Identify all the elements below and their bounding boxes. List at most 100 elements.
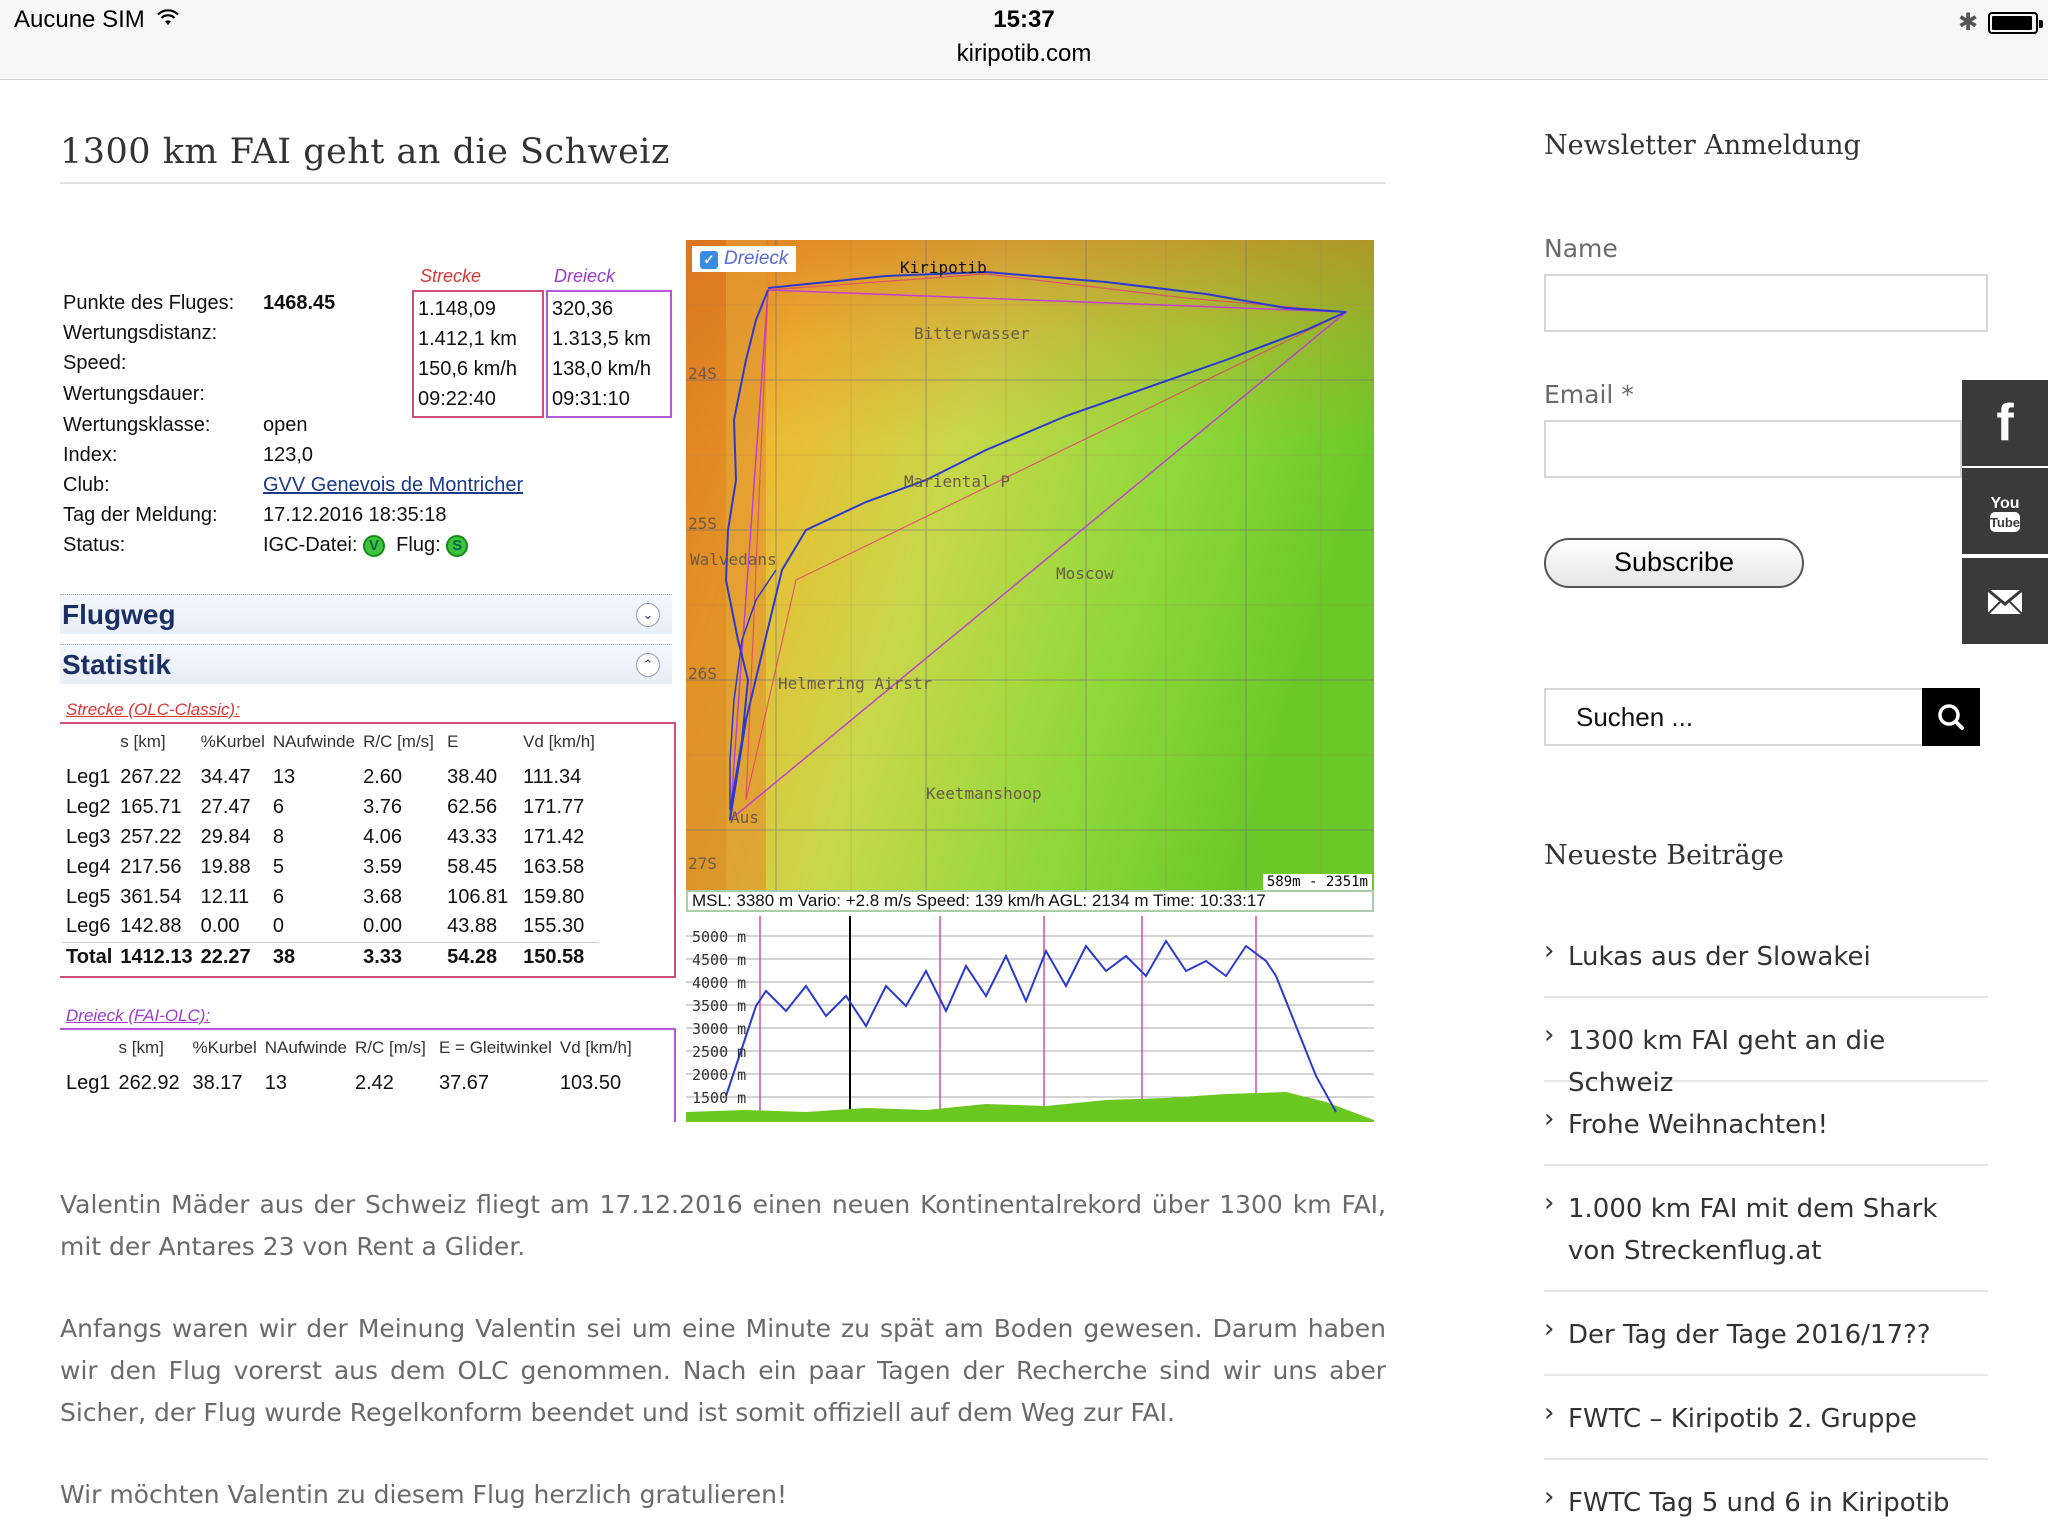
address-bar-url[interactable]: kiripotib.com bbox=[0, 40, 2048, 68]
chevron-right-icon: › bbox=[1544, 1188, 1555, 1218]
place-label: Bitterwasser bbox=[914, 324, 1030, 343]
table-cell: 34.47 bbox=[200, 765, 251, 788]
table-row: Leg5 361.54 12.11 6 3.68 106.81 159.80 bbox=[62, 882, 599, 912]
ios-status-bar: Aucune SIM 15:37 kiripotib.com ✱ bbox=[0, 0, 2048, 80]
search-button[interactable] bbox=[1922, 688, 1980, 746]
table-row: Leg1 267.22 34.47 13 2.60 38.40 111.34 bbox=[62, 762, 599, 792]
table-cell: 38.40 bbox=[447, 765, 498, 788]
chevron-right-icon: › bbox=[1544, 1398, 1555, 1428]
table-header-cell: Vd [km/h] bbox=[523, 732, 595, 751]
table-cell: 43.88 bbox=[447, 915, 498, 938]
igc-status-badge: V bbox=[363, 534, 386, 557]
table-header-cell: s [km] bbox=[120, 732, 166, 751]
olc-screenshot-image: Strecke Dreieck Punkte des Fluges: 1468.4… bbox=[60, 240, 1374, 1122]
table-cell: 1412.13 bbox=[116, 941, 197, 972]
recent-post-link[interactable]: › 1300 km FAI geht an die Schweiz bbox=[1544, 1020, 1988, 1098]
table-cell: 37.67 bbox=[438, 1071, 490, 1094]
table-header-cell: NAufwinde bbox=[264, 1038, 347, 1057]
table-row: Leg1 262.92 38.17 13 2.42 37.67 103.50 bbox=[62, 1068, 636, 1098]
table-cell: 171.77 bbox=[523, 795, 585, 818]
layer-toggle-dreieck[interactable]: ✓ Dreieck bbox=[692, 246, 797, 272]
name-label: Name bbox=[1544, 234, 1618, 263]
table-cell: 62.56 bbox=[447, 795, 498, 818]
chevron-right-icon: › bbox=[1544, 1104, 1555, 1134]
dreieck-legs-table: s [km] %Kurbel NAufwinde R/C [m/s] E = Gleit… bbox=[62, 1028, 636, 1098]
recent-post-link[interactable]: › Lukas aus der Slowakei bbox=[1544, 936, 1988, 998]
table-cell: 13 bbox=[264, 1071, 288, 1094]
collapse-icon[interactable]: ⌃ bbox=[636, 653, 660, 677]
section-flugweg[interactable]: Flugweg ⌄ bbox=[60, 594, 672, 634]
mail-icon bbox=[1987, 588, 2023, 615]
table-cell: 2.42 bbox=[354, 1071, 394, 1094]
youtube-button[interactable]: You Tube bbox=[1962, 468, 2048, 554]
alt-tick: 2500 m bbox=[692, 1043, 747, 1061]
flight-map: ✓ Dreieck Kiripotib Bitterwasser Marienta… bbox=[686, 240, 1374, 890]
table-cell: 159.80 bbox=[523, 885, 585, 908]
recent-post-link[interactable]: › Der Tag der Tage 2016/17?? bbox=[1544, 1314, 1988, 1376]
table-header-cell: E bbox=[447, 732, 459, 751]
table-cell: 43.33 bbox=[447, 825, 498, 848]
table-cell: 5 bbox=[272, 855, 284, 878]
table-header-cell bbox=[62, 1028, 115, 1068]
table-total-row: Total 1412.13 22.27 38 3.33 54.28 150.58 bbox=[62, 941, 600, 972]
recent-post-link[interactable]: › FWTC Tag 5 und 6 in Kiripotib bbox=[1544, 1482, 1988, 1536]
checkbox-icon: ✓ bbox=[700, 251, 718, 269]
table-cell: 267.22 bbox=[120, 765, 182, 788]
table-header-cell: Vd [km/h] bbox=[559, 1038, 632, 1057]
svg-text:You: You bbox=[1990, 495, 2019, 512]
table-header-cell: E = Gleitwinkel bbox=[438, 1038, 552, 1057]
subscribe-button[interactable]: Subscribe bbox=[1544, 538, 1804, 588]
post-paragraph: Anfangs waren wir der Meinung Valentin s… bbox=[60, 1314, 1386, 1427]
chevron-right-icon: › bbox=[1544, 1020, 1555, 1050]
recent-post-link[interactable]: › FWTC – Kiripotib 2. Gruppe bbox=[1544, 1398, 1988, 1460]
table-header-cell: s [km] bbox=[118, 1038, 164, 1057]
expand-icon[interactable]: ⌄ bbox=[636, 603, 660, 627]
post-paragraph: Valentin Mäder aus der Schweiz fliegt am… bbox=[60, 1190, 1386, 1261]
place-label: Helmering Airstr bbox=[778, 674, 933, 693]
table-header-cell: R/C [m/s] bbox=[354, 1038, 426, 1057]
dreieck-col-head: Dreieck bbox=[554, 266, 616, 286]
alt-tick: 3000 m bbox=[692, 1020, 747, 1038]
recent-post-link[interactable]: › 1.000 km FAI mit dem Shark von Strecken… bbox=[1544, 1188, 1988, 1292]
alt-tick: 5000 m bbox=[692, 928, 747, 946]
table-cell: 3.68 bbox=[363, 885, 403, 908]
place-label: Mariental P bbox=[904, 472, 1010, 491]
table-cell: 155.30 bbox=[523, 915, 585, 938]
mail-button[interactable] bbox=[1962, 558, 2048, 644]
table-cell: 2.60 bbox=[363, 765, 403, 788]
alt-tick: 2000 m bbox=[692, 1066, 747, 1084]
table-cell: 6 bbox=[272, 885, 284, 908]
recent-post-link[interactable]: › Frohe Weihnachten! bbox=[1544, 1104, 1988, 1166]
table-cell: 38 bbox=[268, 941, 360, 972]
alt-tick: 4500 m bbox=[692, 951, 747, 969]
table-cell: 106.81 bbox=[447, 885, 509, 908]
strecke-subhead: Strecke (OLC-Classic): bbox=[66, 700, 240, 719]
email-label: Email * bbox=[1544, 380, 1634, 409]
clock: 15:37 bbox=[993, 6, 1055, 33]
table-cell: Leg3 bbox=[66, 825, 111, 848]
table-cell: 0.00 bbox=[363, 915, 403, 938]
table-cell: 150.58 bbox=[519, 941, 600, 972]
table-cell: Leg6 bbox=[66, 915, 111, 938]
table-header-cell: %Kurbel bbox=[200, 732, 265, 751]
table-row: Leg3 257.22 29.84 8 4.06 43.33 171.42 bbox=[62, 822, 599, 852]
section-statistik[interactable]: Statistik ⌃ bbox=[60, 644, 672, 684]
club-link[interactable]: GVV Genevois de Montricher bbox=[263, 474, 523, 497]
table-cell: 29.84 bbox=[200, 825, 251, 848]
table-cell: 8 bbox=[272, 825, 284, 848]
table-cell: 257.22 bbox=[120, 825, 182, 848]
table-cell: 165.71 bbox=[120, 795, 182, 818]
table-cell: 58.45 bbox=[447, 855, 498, 878]
search-input[interactable]: Suchen ... bbox=[1544, 688, 1922, 746]
table-cell: 163.58 bbox=[523, 855, 585, 878]
table-cell: 262.92 bbox=[118, 1071, 180, 1094]
table-cell: 4.06 bbox=[363, 825, 403, 848]
facebook-button[interactable]: f bbox=[1962, 380, 2048, 466]
title-divider bbox=[60, 182, 1386, 184]
name-input[interactable] bbox=[1544, 274, 1988, 332]
table-cell: 103.50 bbox=[559, 1071, 622, 1094]
dreieck-values-box: 320,36 1.313,5 km 138,0 km/h 09:31:10 bbox=[546, 290, 672, 418]
table-header-cell: NAufwinde bbox=[272, 732, 356, 751]
email-input[interactable] bbox=[1544, 420, 1962, 478]
alt-tick: 3500 m bbox=[692, 997, 747, 1015]
